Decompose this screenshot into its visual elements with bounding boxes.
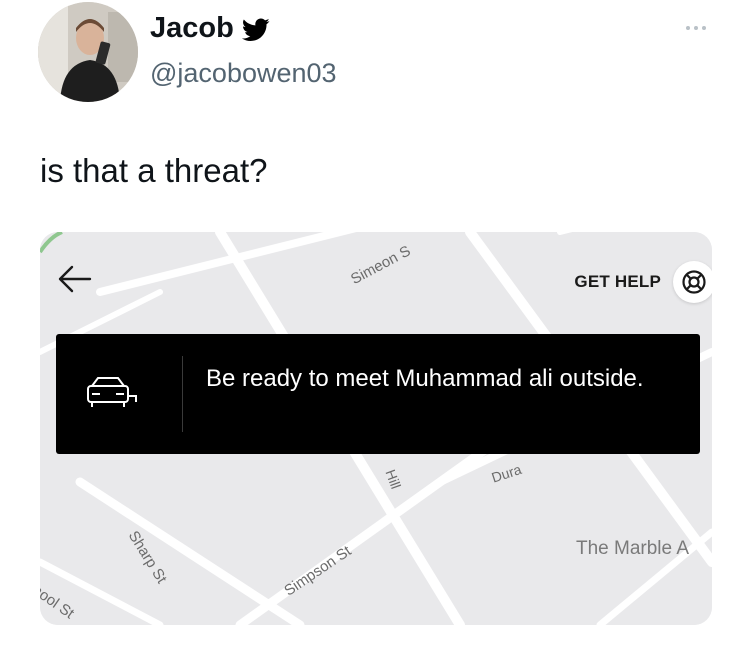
back-button[interactable]	[54, 262, 94, 296]
twitter-bird-icon	[241, 18, 270, 42]
tweet-media[interactable]: Simeon S Sharp St Simpson St hool St Hil…	[40, 232, 712, 625]
driver-message-banner: Be ready to meet Muhammad ali outside.	[56, 334, 700, 454]
car-icon	[87, 377, 137, 407]
tweet: Jacob @jacobowen03 is that a threat? Sim…	[0, 0, 750, 647]
lifebuoy-icon	[673, 261, 712, 303]
name-row: Jacob	[150, 12, 270, 45]
display-name[interactable]: Jacob	[150, 12, 234, 45]
arrow-left-icon	[58, 265, 92, 293]
handle[interactable]: @jacobowen03	[150, 58, 337, 89]
street-label-marble: The Marble A	[576, 538, 689, 559]
tweet-text: is that a threat?	[40, 152, 268, 189]
get-help-button[interactable]: GET HELP	[535, 261, 712, 303]
avatar[interactable]	[38, 2, 138, 102]
avatar-image	[38, 2, 138, 102]
banner-divider	[182, 356, 183, 432]
driver-message: Be ready to meet Muhammad ali outside.	[206, 365, 644, 392]
get-help-label: GET HELP	[574, 272, 661, 291]
more-dots-icon[interactable]	[680, 20, 712, 36]
